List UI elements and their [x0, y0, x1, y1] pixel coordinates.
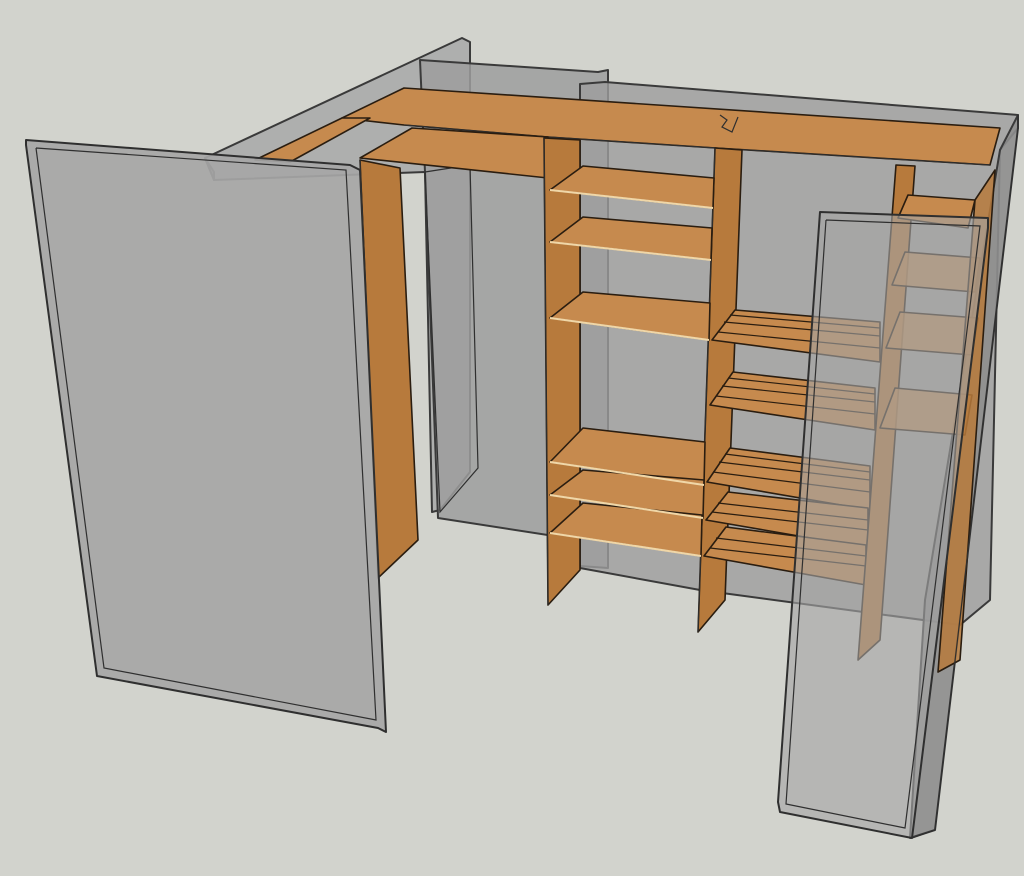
left-side-panel [25, 139, 387, 733]
closet-3d-model [25, 37, 1019, 839]
